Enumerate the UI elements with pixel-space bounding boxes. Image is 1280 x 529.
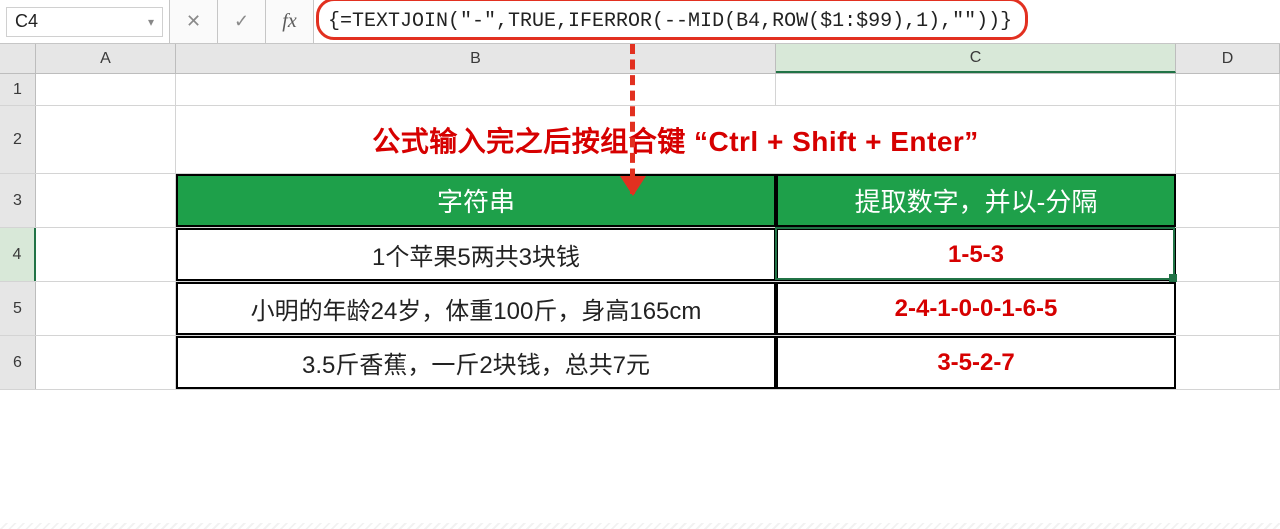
- column-header-row: A B C D: [0, 44, 1280, 74]
- row-header-5[interactable]: 5: [0, 282, 36, 335]
- cancel-button[interactable]: ✕: [170, 0, 218, 44]
- cell-C6[interactable]: 3-5-2-7: [776, 336, 1176, 389]
- formula-bar: C4 ▾ ✕ ✓ fx: [0, 0, 1280, 44]
- table-header-string: 字符串: [437, 182, 515, 219]
- cell-A4[interactable]: [36, 228, 176, 281]
- cell-B4[interactable]: 1个苹果5两共3块钱: [176, 228, 776, 281]
- table-cell-result-1: 2-4-1-0-0-1-6-5: [895, 295, 1058, 323]
- cell-D3[interactable]: [1176, 174, 1280, 227]
- close-icon: ✕: [186, 11, 201, 32]
- table-header-result: 提取数字，并以-分隔: [855, 182, 1098, 219]
- row-header-3[interactable]: 3: [0, 174, 36, 227]
- row-header-1[interactable]: 1: [0, 74, 36, 105]
- cell-C5[interactable]: 2-4-1-0-0-1-6-5: [776, 282, 1176, 335]
- table-cell-result-0: 1-5-3: [948, 241, 1004, 269]
- table-cell-result-2: 3-5-2-7: [937, 349, 1014, 377]
- row-5: 5 小明的年龄24岁，体重100斤，身高165cm 2-4-1-0-0-1-6-…: [0, 282, 1280, 336]
- cell-A5[interactable]: [36, 282, 176, 335]
- table-cell-string-1: 小明的年龄24岁，体重100斤，身高165cm: [251, 291, 702, 326]
- row-6: 6 3.5斤香蕉，一斤2块钱，总共7元 3-5-2-7: [0, 336, 1280, 390]
- table-cell-string-0: 1个苹果5两共3块钱: [372, 237, 580, 272]
- cell-B5[interactable]: 小明的年龄24岁，体重100斤，身高165cm: [176, 282, 776, 335]
- cell-D1[interactable]: [1176, 74, 1280, 105]
- torn-edge-decoration: [0, 523, 1280, 529]
- column-header-D[interactable]: D: [1176, 44, 1280, 73]
- chevron-down-icon[interactable]: ▾: [148, 15, 154, 29]
- cell-C4[interactable]: 1-5-3: [776, 228, 1176, 281]
- instruction-text: 公式输入完之后按组合键 “Ctrl + Shift + Enter”: [372, 120, 979, 160]
- row-3: 3 字符串 提取数字，并以-分隔: [0, 174, 1280, 228]
- formula-input-container: [314, 0, 1280, 43]
- select-all-corner[interactable]: [0, 44, 36, 73]
- cell-C1[interactable]: [776, 74, 1176, 105]
- cell-D4[interactable]: [1176, 228, 1280, 281]
- formula-buttons: ✕ ✓ fx: [170, 0, 314, 43]
- row-4: 4 1个苹果5两共3块钱 1-5-3: [0, 228, 1280, 282]
- cell-B3[interactable]: 字符串: [176, 174, 776, 227]
- check-icon: ✓: [234, 11, 249, 32]
- row-header-6[interactable]: 6: [0, 336, 36, 389]
- cell-A1[interactable]: [36, 74, 176, 105]
- name-box[interactable]: C4 ▾: [6, 7, 163, 37]
- formula-input[interactable]: [320, 6, 1280, 37]
- sheet-body: 1 2 公式输入完之后按组合键 “Ctrl + Shift + Enter” 3…: [0, 74, 1280, 390]
- cell-C3[interactable]: 提取数字，并以-分隔: [776, 174, 1176, 227]
- cell-D5[interactable]: [1176, 282, 1280, 335]
- cell-A6[interactable]: [36, 336, 176, 389]
- fx-icon: fx: [282, 10, 296, 33]
- row-header-4[interactable]: 4: [0, 228, 36, 281]
- cell-B1[interactable]: [176, 74, 776, 105]
- table-cell-string-2: 3.5斤香蕉，一斤2块钱，总共7元: [302, 345, 650, 380]
- spreadsheet-grid[interactable]: A B C D 1 2 公式输入完之后按组合键 “Ctrl + Shift + …: [0, 44, 1280, 529]
- row-1: 1: [0, 74, 1280, 106]
- row-2: 2 公式输入完之后按组合键 “Ctrl + Shift + Enter”: [0, 106, 1280, 174]
- enter-button[interactable]: ✓: [218, 0, 266, 44]
- row-header-2[interactable]: 2: [0, 106, 36, 173]
- column-header-A[interactable]: A: [36, 44, 176, 73]
- column-header-B[interactable]: B: [176, 44, 776, 73]
- cell-D2[interactable]: [1176, 106, 1280, 173]
- name-box-value: C4: [15, 11, 38, 32]
- cell-B2-C2-merged[interactable]: 公式输入完之后按组合键 “Ctrl + Shift + Enter”: [176, 106, 1176, 173]
- insert-function-button[interactable]: fx: [266, 0, 314, 44]
- cell-B6[interactable]: 3.5斤香蕉，一斤2块钱，总共7元: [176, 336, 776, 389]
- cell-A2[interactable]: [36, 106, 176, 173]
- name-box-container: C4 ▾: [0, 0, 170, 43]
- cell-D6[interactable]: [1176, 336, 1280, 389]
- cell-A3[interactable]: [36, 174, 176, 227]
- column-header-C[interactable]: C: [776, 44, 1176, 73]
